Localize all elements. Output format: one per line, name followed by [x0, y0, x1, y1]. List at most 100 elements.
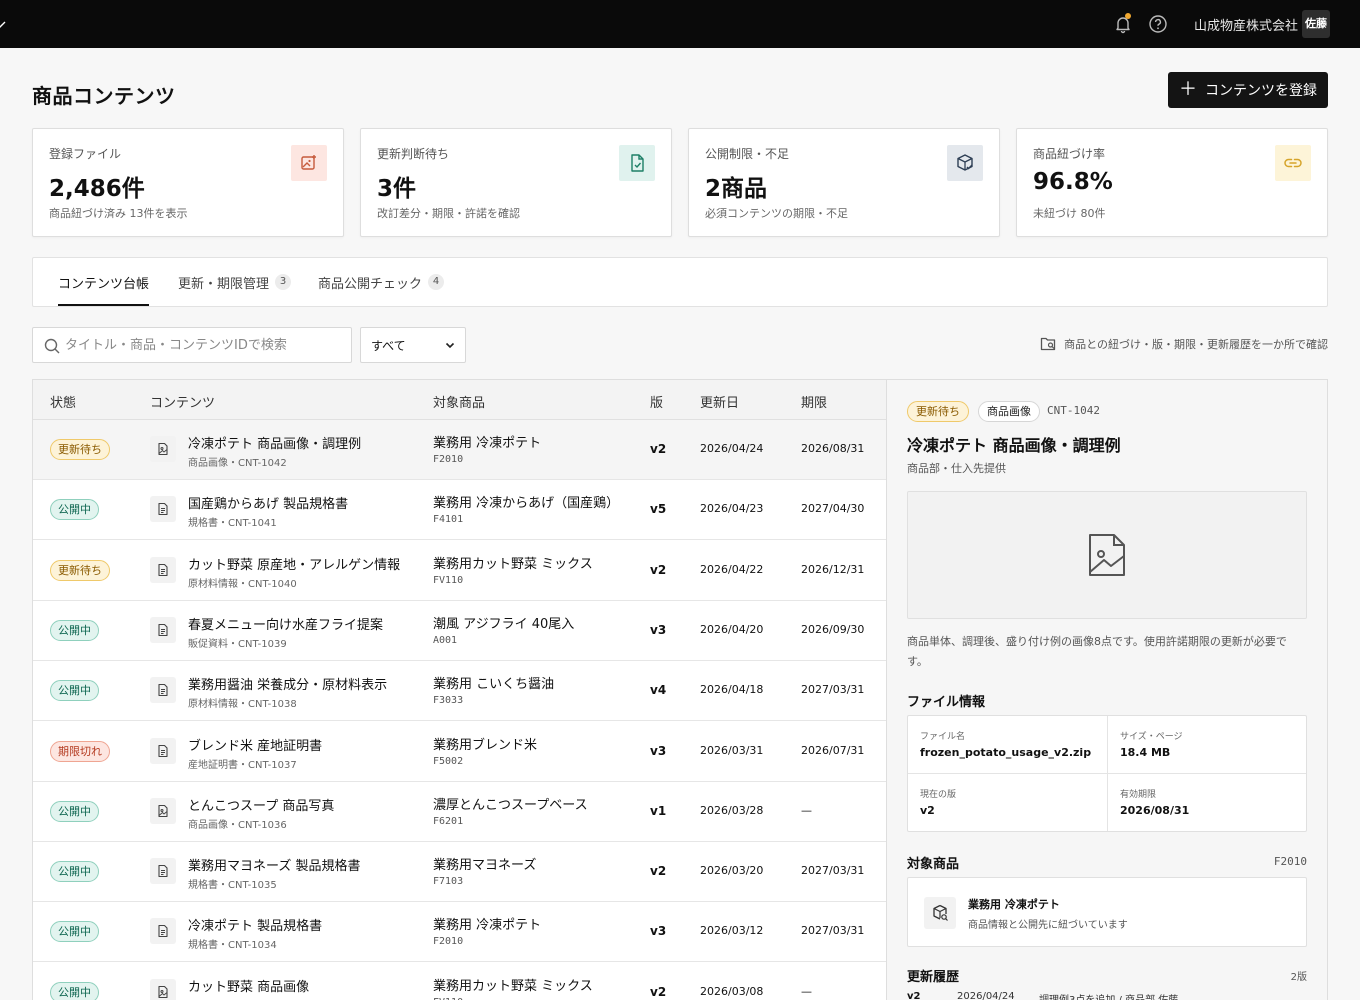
document-icon: [150, 858, 176, 885]
table-row[interactable]: 公開中 国産鶏からあげ 製品規格書 規格書・CNT-1041 業務用 冷凍からあげ（国…: [33, 480, 887, 541]
table-row[interactable]: 更新待ち カット野菜 原産地・アレルゲン情報 原材料情報・CNT-1040 業務用カッ…: [33, 540, 887, 601]
detail-title: 冷凍ポテト 商品画像・調理例: [907, 436, 1121, 455]
product-code: F6201: [433, 815, 464, 827]
file-name-value[interactable]: frozen_potato_usage_v2.zip: [920, 746, 1091, 759]
divider: [908, 773, 1306, 774]
content-meta: 原材料情報・CNT-1038: [188, 699, 297, 711]
company-name[interactable]: 山成物産株式会社: [1194, 15, 1298, 34]
content-title: 業務用醤油 栄養成分・原材料表示: [188, 678, 388, 694]
stat-value: 3件: [377, 176, 417, 202]
status-badge: 公開中: [50, 981, 99, 1000]
chevron-down-icon[interactable]: [0, 14, 7, 34]
package-check-icon: [947, 145, 983, 181]
product-code: F2010: [433, 936, 464, 948]
stat-card-publish-restrictions: 公開制限・不足 2商品 必須コンテンツの期限・不足: [688, 128, 1000, 237]
expiry-date: 2026/12/31: [801, 562, 865, 576]
image-file-icon: [150, 797, 176, 824]
expiry-date: 2026/08/31: [801, 442, 865, 455]
updated-date: 2026/03/28: [700, 803, 764, 817]
content-meta: 商品画像・CNT-1036: [188, 819, 287, 831]
version-cell: 現在の版 v2: [908, 774, 1107, 831]
target-product-card[interactable]: 業務用 冷凍ポテト 商品情報と公開先に紐づいています: [907, 877, 1307, 947]
status-badge: 更新待ち: [50, 559, 110, 581]
product-name: 業務用ブレンド米: [433, 737, 538, 753]
add-content-button[interactable]: ＋ コンテンツを登録: [1168, 72, 1328, 108]
product-code: F4101: [433, 514, 464, 526]
column-updated[interactable]: 更新日: [700, 392, 739, 411]
table-row[interactable]: 期限切れ ブレンド米 産地証明書 産地証明書・CNT-1037 業務用ブレンド米 F50…: [33, 721, 887, 782]
version: v2: [650, 984, 667, 999]
document-icon: [150, 677, 176, 704]
stat-label: 公開制限・不足: [705, 147, 790, 161]
preview-area[interactable]: [907, 491, 1307, 619]
content-title: 国産鶏からあげ 製品規格書: [188, 497, 349, 513]
table-row[interactable]: 公開中カット野菜 商品画像商品画像・CNT-1033業務用カット野菜 ミックスF…: [33, 962, 887, 1000]
column-version[interactable]: 版: [650, 392, 663, 411]
file-info-card: ファイル名 frozen_potato_usage_v2.zip サイズ・ページ…: [907, 715, 1307, 832]
product-code: F3033: [433, 695, 464, 707]
updated-date: 2026/03/31: [700, 743, 764, 757]
content-title: 冷凍ポテト 商品画像・調理例: [188, 437, 362, 452]
content-title: ブレンド米 産地証明書: [188, 738, 323, 754]
content-id: CNT-1042: [1047, 404, 1100, 417]
tab-publish-check[interactable]: 商品公開チェック 4: [318, 258, 445, 306]
field-label: ファイル名: [920, 732, 966, 742]
product-name: 潮風 アジフライ 40尾入: [433, 616, 575, 632]
expiry-date: 2027/03/31: [801, 864, 865, 878]
status-badge: 公開中: [50, 619, 99, 641]
file-info-heading: ファイル情報: [907, 695, 986, 710]
tab-count: 4: [428, 274, 445, 290]
add-content-label: コンテンツを登録: [1205, 83, 1317, 99]
updated-date: 2026/04/24: [700, 442, 764, 455]
stat-value: 96.8%: [1033, 169, 1113, 195]
version: v2: [650, 442, 667, 456]
search-input[interactable]: [65, 328, 345, 362]
version: v2: [650, 562, 667, 577]
product-name: 業務用カット野菜 ミックス: [433, 978, 593, 994]
user-avatar[interactable]: 佐藤: [1302, 10, 1330, 38]
image-file-icon: [150, 436, 176, 462]
column-status[interactable]: 状態: [50, 392, 76, 411]
version: v5: [650, 502, 667, 517]
table-row[interactable]: 公開中 春夏メニュー向け水産フライ提案 販促資料・CNT-1039 潮風 アジフライ …: [33, 600, 887, 661]
status-filter-select[interactable]: すべて: [360, 327, 466, 363]
notification-dot: [1125, 13, 1131, 19]
table-row[interactable]: 公開中 とんこつスープ 商品写真 商品画像・CNT-1036 濃厚とんこつスープベース…: [33, 781, 887, 842]
content-meta: 販促資料・CNT-1039: [188, 638, 287, 650]
file-size-value: 18.4 MB: [1120, 746, 1171, 759]
stat-label: 登録ファイル: [49, 147, 122, 161]
column-content[interactable]: コンテンツ: [150, 392, 215, 411]
stat-note: 商品紐づけ済み 13件を表示: [49, 207, 188, 220]
product-code: A001: [433, 634, 458, 646]
history-note: 調理例3点を追加 / 商品部 佐藤: [1039, 991, 1178, 1000]
version: v3: [650, 743, 667, 758]
chevron-down-icon: [445, 342, 455, 349]
table-row[interactable]: 更新待ち 冷凍ポテト 商品画像・調理例 商品画像・CNT-1042 業務用 冷凍ポテト…: [33, 420, 887, 480]
target-product-code: F2010: [1273, 855, 1307, 868]
search-box: [32, 327, 352, 363]
field-label: サイズ・ページ: [1120, 732, 1183, 742]
product-code: F5002: [433, 755, 464, 767]
table-row[interactable]: 公開中 業務用醤油 栄養成分・原材料表示 原材料情報・CNT-1038 業務用 こいく…: [33, 661, 887, 722]
status-badge: 公開中: [50, 680, 99, 702]
tab-label: 商品公開チェック: [318, 276, 423, 292]
updated-date: 2026/04/22: [700, 562, 764, 576]
table-row[interactable]: 公開中 冷凍ポテト 製品規格書 規格書・CNT-1034 業務用 冷凍ポテト F2010…: [33, 902, 887, 963]
table-row[interactable]: 公開中 業務用マヨネーズ 製品規格書 規格書・CNT-1035 業務用マヨネーズ F71…: [33, 842, 887, 903]
product-name: 業務用カット野菜 ミックス: [433, 556, 593, 572]
tab-update-expiry[interactable]: 更新・期限管理 3: [178, 258, 292, 306]
field-label: 現在の版: [920, 790, 957, 800]
stat-value: 2,486件: [49, 176, 145, 202]
expiry-value: 2026/08/31: [1120, 804, 1190, 817]
expiry-date: 2026/07/31: [801, 743, 865, 757]
status-badge: 期限切れ: [50, 740, 110, 762]
product-code: FV110: [433, 574, 464, 586]
content-title: とんこつスープ 商品写真: [188, 798, 335, 814]
column-product[interactable]: 対象商品: [433, 392, 485, 411]
tab-content-ledger[interactable]: コンテンツ台帳: [58, 258, 150, 306]
content-title: カット野菜 商品画像: [188, 979, 310, 995]
column-expiry[interactable]: 期限: [801, 392, 827, 411]
expiry-date: 2027/03/31: [801, 924, 865, 938]
status-badge: 公開中: [50, 800, 99, 822]
help-circle-icon[interactable]: [1148, 14, 1168, 34]
